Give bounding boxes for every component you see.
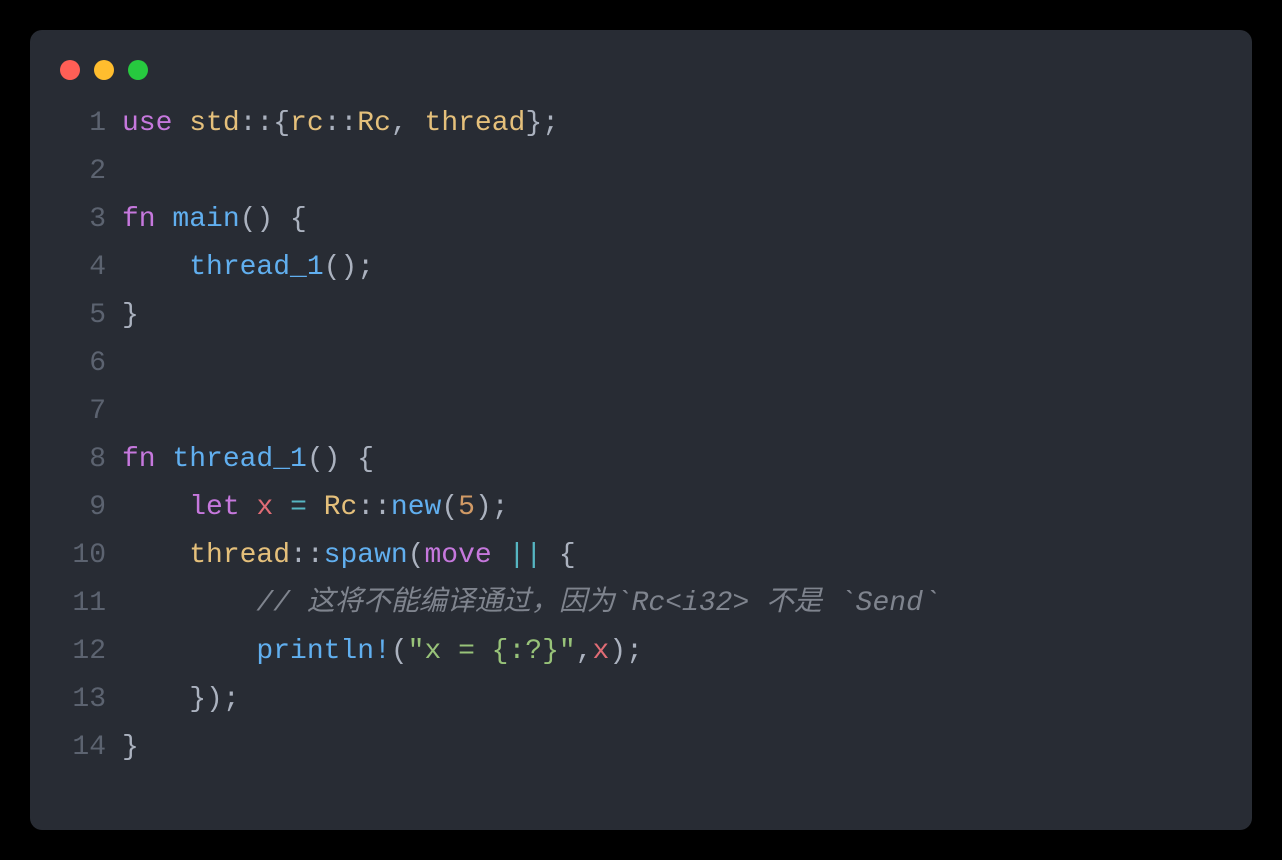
close-icon[interactable] [60,60,80,80]
code-line[interactable]: }); [122,676,1224,724]
line-number: 1 [58,100,106,148]
editor-window: 1use std::{rc::Rc, thread};2 3fn main() … [30,30,1252,830]
code-token: } [122,732,139,763]
code-token: () { [307,444,374,475]
line-number: 14 [58,724,106,772]
code-token: ::{ [240,108,290,139]
line-number: 4 [58,244,106,292]
code-token: rc [290,108,324,139]
code-line[interactable] [122,148,1224,196]
code-token: }); [122,684,240,715]
code-token: :: [357,492,391,523]
code-token: std [189,108,239,139]
code-token: fn [122,444,156,475]
code-token [122,588,256,619]
code-token: } [122,300,139,331]
code-token [122,492,189,523]
line-number: 12 [58,628,106,676]
code-token: :: [290,540,324,571]
code-token: ( [441,492,458,523]
code-line[interactable] [122,340,1224,388]
code-token [122,540,189,571]
code-token: spawn [324,540,408,571]
line-number: 3 [58,196,106,244]
line-number: 9 [58,484,106,532]
code-token: }; [525,108,559,139]
line-number: 8 [58,436,106,484]
code-token: main [172,204,239,235]
code-token: move [424,540,491,571]
line-number: 7 [58,388,106,436]
window-titlebar [58,54,1224,100]
code-editor[interactable]: 1use std::{rc::Rc, thread};2 3fn main() … [58,100,1224,772]
code-token: x [593,636,610,667]
code-token: () { [240,204,307,235]
code-token: (); [324,252,374,283]
code-line[interactable]: let x = Rc::new(5); [122,484,1224,532]
minimize-icon[interactable] [94,60,114,80]
line-number: 13 [58,676,106,724]
line-number: 11 [58,580,106,628]
code-token: = [290,492,307,523]
code-token: // 这将不能编译通过，因为`Rc<i32> 不是 `Send` [256,588,939,619]
code-line[interactable]: thread_1(); [122,244,1224,292]
code-line[interactable]: fn thread_1() { [122,436,1224,484]
code-token [122,636,256,667]
code-token: { [542,540,576,571]
code-token: fn [122,204,156,235]
code-line[interactable]: } [122,292,1224,340]
code-token: thread_1 [189,252,323,283]
zoom-icon[interactable] [128,60,148,80]
code-token [122,252,189,283]
code-token: let [189,492,239,523]
code-token [156,204,173,235]
code-token [273,492,290,523]
code-token: ( [408,540,425,571]
code-line[interactable]: println!("x = {:?}",x); [122,628,1224,676]
code-token: thread [425,108,526,139]
code-token: ); [609,636,643,667]
code-line[interactable]: use std::{rc::Rc, thread}; [122,100,1224,148]
code-token: || [509,540,543,571]
code-token: :: [324,108,358,139]
code-token: , [391,108,425,139]
code-token: thread_1 [172,444,306,475]
code-token: thread [189,540,290,571]
code-token [307,492,324,523]
code-token: 5 [458,492,475,523]
line-number: 10 [58,532,106,580]
code-token: , [576,636,593,667]
code-token [492,540,509,571]
code-line[interactable]: thread::spawn(move || { [122,532,1224,580]
code-token: use [122,108,172,139]
code-token [156,444,173,475]
code-line[interactable]: // 这将不能编译通过，因为`Rc<i32> 不是 `Send` [122,580,1224,628]
code-token: "x = {:?}" [408,636,576,667]
code-token: ( [391,636,408,667]
code-token: println! [256,636,390,667]
code-token: Rc [357,108,391,139]
code-token: x [256,492,273,523]
line-number: 5 [58,292,106,340]
code-token [172,108,189,139]
line-number: 2 [58,148,106,196]
code-token: new [391,492,441,523]
code-token: ); [475,492,509,523]
code-token [240,492,257,523]
code-line[interactable]: fn main() { [122,196,1224,244]
code-line[interactable] [122,388,1224,436]
code-line[interactable]: } [122,724,1224,772]
line-number: 6 [58,340,106,388]
code-token: Rc [324,492,358,523]
